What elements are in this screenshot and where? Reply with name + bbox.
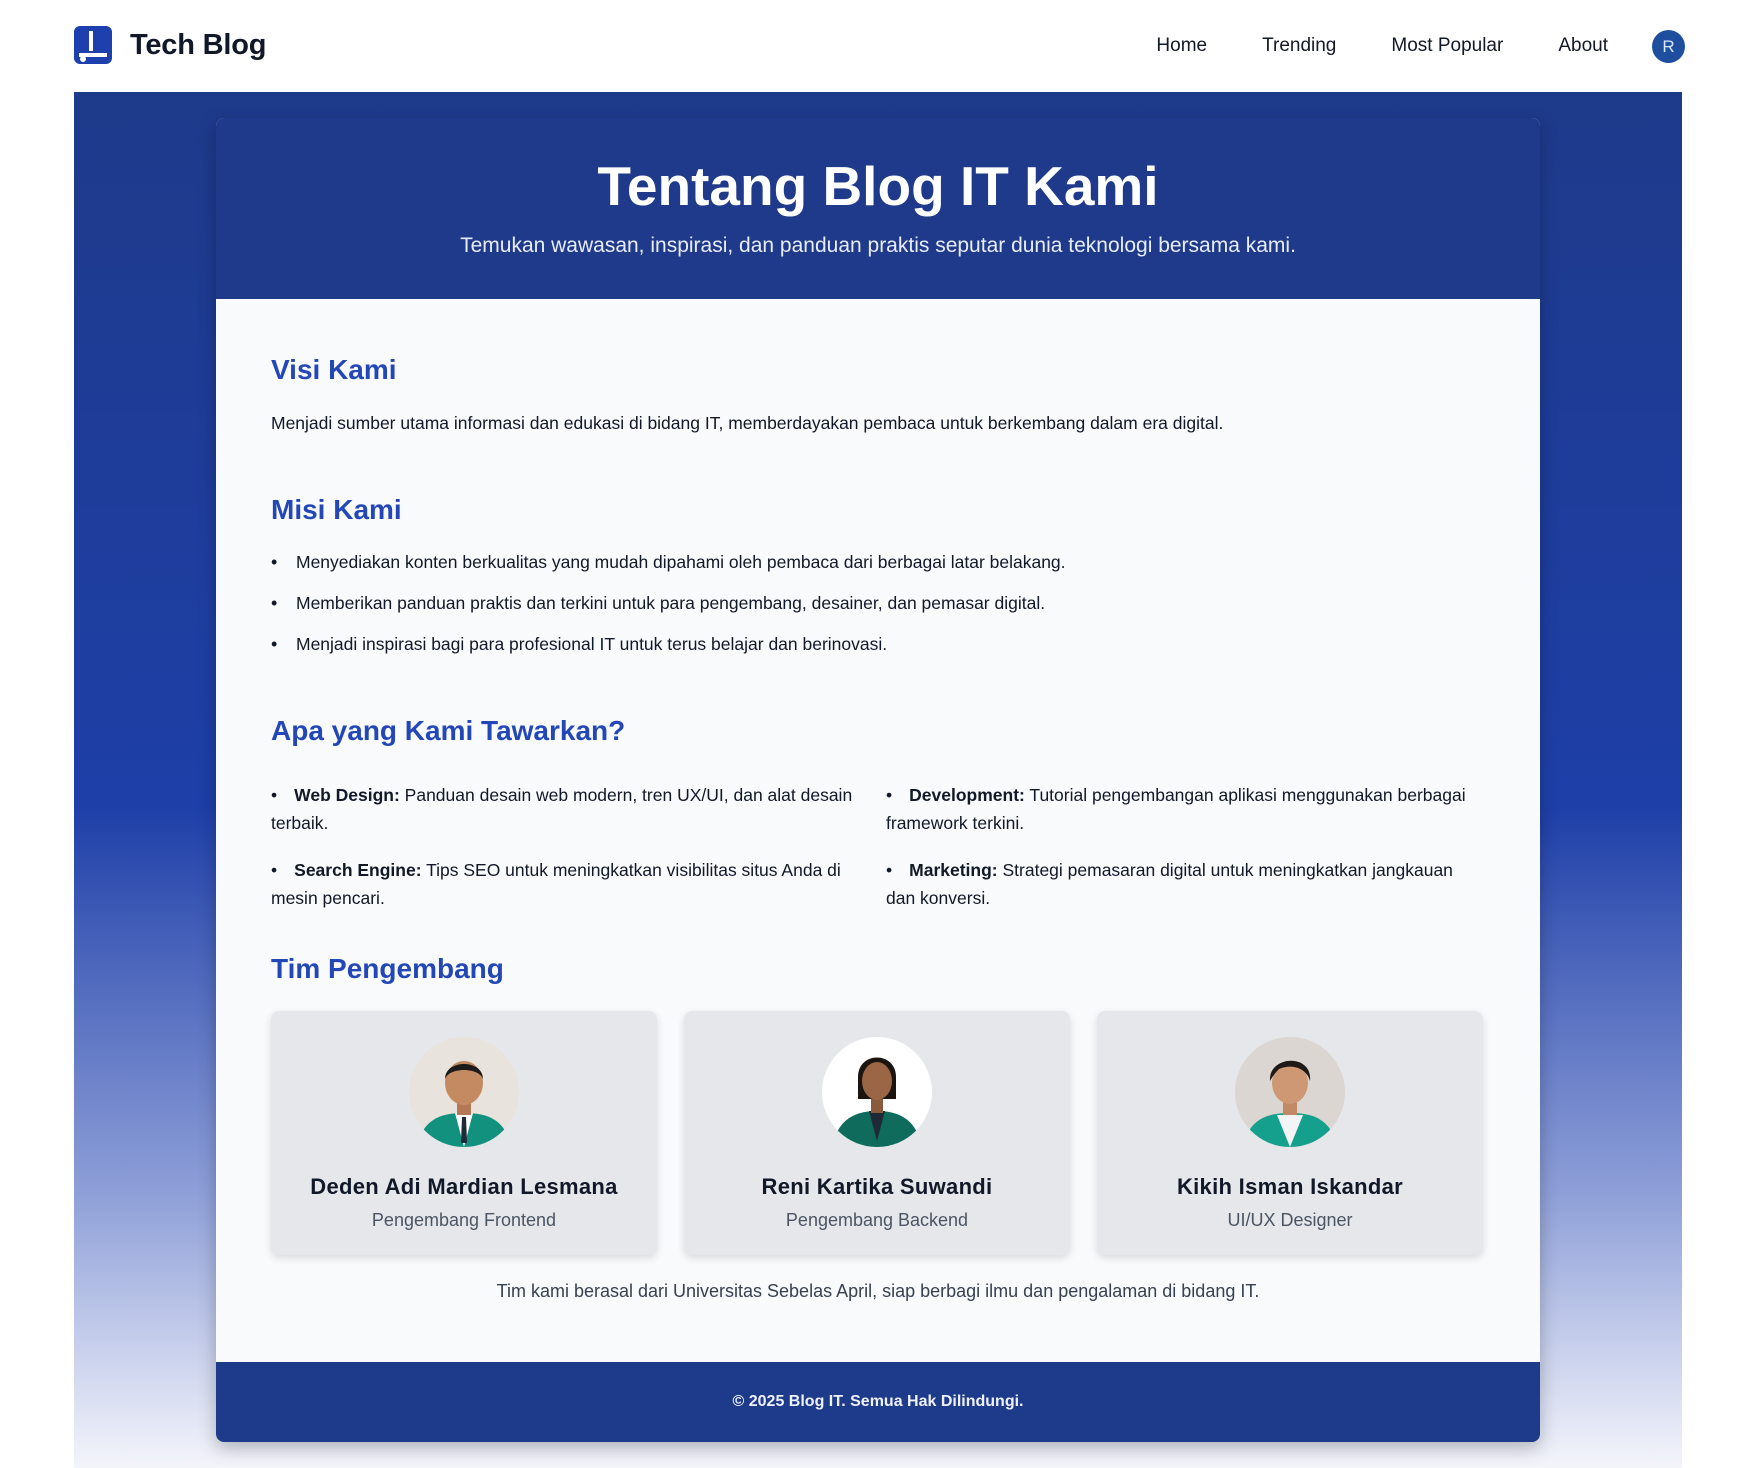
offer-title: Apa yang Kami Tawarkan? xyxy=(271,715,626,746)
card-header: Tentang Blog IT Kami Temukan wawasan, in… xyxy=(216,118,1540,299)
list-item: Memberikan panduan praktis dan terkini u… xyxy=(271,592,1066,614)
nav-links: Home Trending Most Popular About xyxy=(1101,35,1608,57)
brand-name: Tech Blog xyxy=(130,28,267,61)
team-member-role: Pengembang Frontend xyxy=(371,1210,557,1230)
nav-home[interactable]: Home xyxy=(1156,35,1207,57)
navbar: Tech Blog Home Trending Most Popular Abo… xyxy=(0,0,1755,92)
team-grid: Deden Adi Mardian Lesmana Pengembang Fro… xyxy=(271,1011,1483,1255)
nav-trending[interactable]: Trending xyxy=(1262,35,1336,57)
avatar xyxy=(1235,1037,1345,1147)
card-body: Visi Kami Menjadi sumber utama informasi… xyxy=(216,299,1540,1362)
visi-title: Visi Kami xyxy=(271,354,397,385)
team-card: Deden Adi Mardian Lesmana Pengembang Fro… xyxy=(271,1011,657,1255)
offer-label: Marketing: xyxy=(909,860,998,880)
footer: © 2025 Blog IT. Semua Hak Dilindungi. xyxy=(216,1362,1540,1442)
team-title: Tim Pengembang xyxy=(271,953,504,984)
offer-label: Web Design: xyxy=(294,785,400,805)
avatar xyxy=(409,1037,519,1147)
offer-item-development: • Development: Tutorial pengembangan apli… xyxy=(886,785,1466,833)
misi-title: Misi Kami xyxy=(271,494,402,525)
about-card: Tentang Blog IT Kami Temukan wawasan, in… xyxy=(216,118,1540,1442)
brand[interactable]: Tech Blog xyxy=(74,26,266,64)
team-note: Tim kami berasal dari Universitas Sebela… xyxy=(496,1281,1260,1301)
team-member-name: Kikih Isman Iskandar xyxy=(1176,1174,1404,1199)
misi-list: Menyediakan konten berkualitas yang muda… xyxy=(271,551,1066,674)
list-item: Menyediakan konten berkualitas yang muda… xyxy=(271,551,1066,573)
team-card: Reni Kartika Suwandi Pengembang Backend xyxy=(684,1011,1070,1255)
avatar xyxy=(822,1037,932,1147)
offer-item-search-engine: • Search Engine: Tips SEO untuk meningkat… xyxy=(271,860,841,908)
nav-about[interactable]: About xyxy=(1558,35,1608,57)
offer-grid: • Web Design: Panduan desain web modern, … xyxy=(271,781,1486,912)
team-card: Kikih Isman Iskandar UI/UX Designer xyxy=(1097,1011,1483,1255)
list-item: Menjadi inspirasi bagi para profesional … xyxy=(271,633,1066,655)
blog-logo-icon xyxy=(74,26,112,64)
team-member-role: Pengembang Backend xyxy=(785,1210,969,1230)
page-subtitle: Temukan wawasan, inspirasi, dan panduan … xyxy=(460,234,1296,257)
team-member-name: Reni Kartika Suwandi xyxy=(761,1174,993,1199)
offer-label: Development: xyxy=(909,785,1025,805)
offer-label: Search Engine: xyxy=(294,860,422,880)
page-title: Tentang Blog IT Kami xyxy=(597,155,1159,217)
nav-most-popular[interactable]: Most Popular xyxy=(1391,35,1503,57)
offer-item-marketing: • Marketing: Strategi pemasaran digital u… xyxy=(886,860,1453,908)
user-avatar[interactable]: R xyxy=(1652,30,1685,63)
visi-text: Menjadi sumber utama informasi dan eduka… xyxy=(271,413,1224,433)
team-member-role: UI/UX Designer xyxy=(1227,1210,1353,1230)
offer-item-web-design: • Web Design: Panduan desain web modern, … xyxy=(271,785,853,833)
team-member-name: Deden Adi Mardian Lesmana xyxy=(310,1174,618,1199)
